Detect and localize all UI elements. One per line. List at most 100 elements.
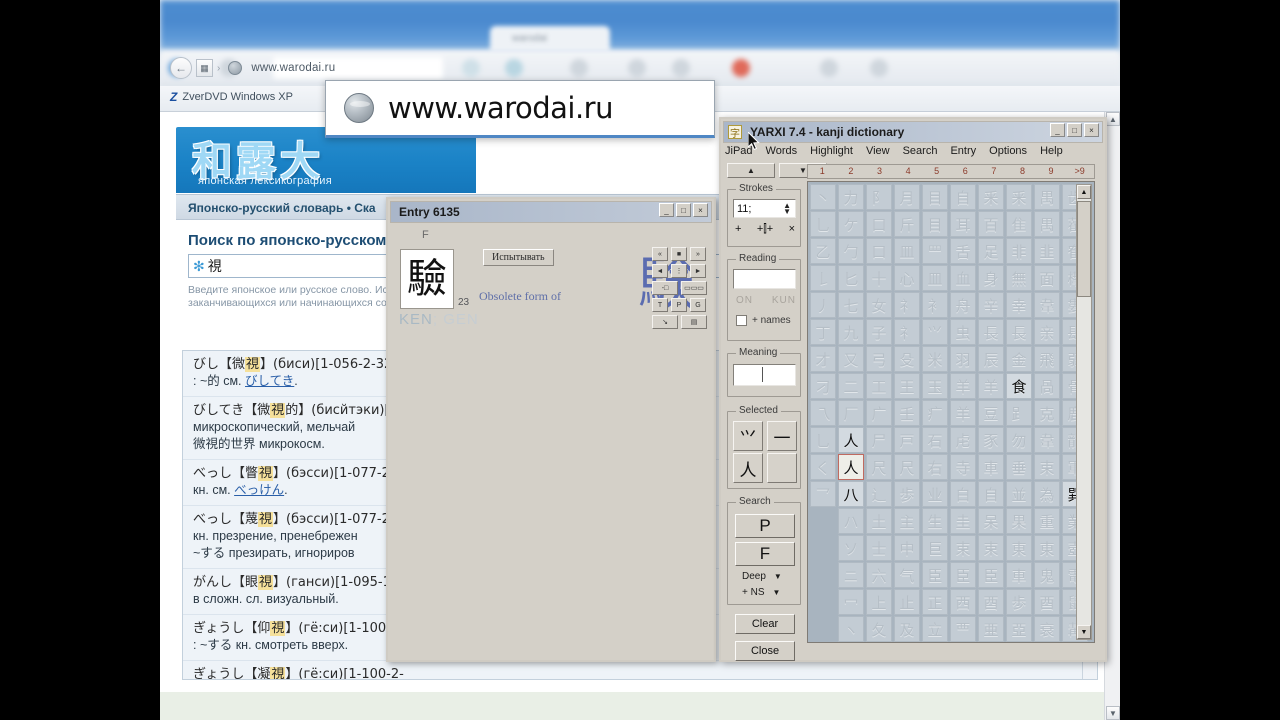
radical-cell[interactable]: ハ — [838, 508, 864, 534]
radical-cell[interactable]: 克 — [1034, 400, 1060, 426]
radical-cell[interactable]: 食 — [1006, 373, 1032, 399]
radical-cell[interactable]: 隹 — [1006, 211, 1032, 237]
radical-cell[interactable]: 立 — [922, 616, 948, 642]
radical-cell[interactable]: 阝 — [866, 184, 892, 210]
radical-cell[interactable]: ⺍ — [922, 319, 948, 345]
radical-cell[interactable]: 夂 — [866, 616, 892, 642]
radical-cell[interactable]: 酉 — [978, 589, 1004, 615]
radical-cell[interactable]: く — [810, 454, 836, 480]
radical-cell[interactable]: 豕 — [978, 427, 1004, 453]
bookmark-item[interactable]: Z ZverDVD Windows XP — [170, 90, 293, 104]
maximize-icon[interactable]: □ — [676, 203, 691, 217]
radical-cell[interactable]: 斤 — [894, 211, 920, 237]
radical-cell[interactable]: 衤 — [922, 292, 948, 318]
radical-cell[interactable]: 歩 — [1006, 589, 1032, 615]
names-checkbox[interactable] — [736, 315, 747, 326]
radical-cell[interactable]: 釆 — [978, 184, 1004, 210]
radical-cell[interactable]: 豆 — [978, 400, 1004, 426]
radical-cell[interactable]: 主 — [894, 508, 920, 534]
radical-cell[interactable]: 口 — [866, 238, 892, 264]
radical-cell[interactable]: 八 — [838, 481, 864, 507]
radical-cell[interactable]: 目 — [922, 184, 948, 210]
radical-cell[interactable]: 辛 — [978, 292, 1004, 318]
address-bar-url[interactable]: www.warodai.ru — [251, 62, 335, 74]
radical-cell[interactable]: 足 — [978, 238, 1004, 264]
minimize-icon[interactable]: _ — [659, 203, 674, 217]
radical-cell[interactable]: 礻 — [894, 292, 920, 318]
radical-cell[interactable]: 舟 — [950, 292, 976, 318]
text-icon[interactable]: T — [652, 298, 668, 312]
radical-cell[interactable]: 乛 — [810, 481, 836, 507]
reading-on-label[interactable]: ON — [736, 295, 753, 306]
radical-cell[interactable]: 弓 — [866, 346, 892, 372]
radical-cell[interactable]: 士 — [866, 535, 892, 561]
radical-cell[interactable]: 韭 — [1034, 238, 1060, 264]
radical-cell[interactable]: 力 — [838, 184, 864, 210]
radical-cell[interactable]: 人 — [838, 454, 864, 480]
radical-cell[interactable]: 正 — [922, 589, 948, 615]
radical-cell[interactable]: 長 — [978, 319, 1004, 345]
radical-cell[interactable]: 人 — [838, 427, 864, 453]
radical-cell[interactable]: 臣 — [950, 562, 976, 588]
radical-cell[interactable]: 石 — [922, 427, 948, 453]
radical-cell[interactable]: 子 — [866, 319, 892, 345]
radical-cell[interactable]: 生 — [922, 508, 948, 534]
scroll-up-icon[interactable]: ▲ — [1106, 112, 1120, 126]
radical-cell[interactable]: 二 — [838, 373, 864, 399]
menu-search[interactable]: Search — [903, 145, 938, 157]
radical-cell[interactable]: 业 — [922, 481, 948, 507]
radical-cell[interactable]: 匕 — [838, 265, 864, 291]
menu-help[interactable]: Help — [1040, 145, 1063, 157]
radical-cell[interactable]: 巨 — [922, 535, 948, 561]
radical-cell[interactable]: 十 — [866, 265, 892, 291]
radical-cell[interactable]: 幸 — [1006, 292, 1032, 318]
radical-cell[interactable]: ケ — [838, 211, 864, 237]
radical-cell[interactable]: 虍 — [950, 427, 976, 453]
menu-entry[interactable]: Entry — [950, 145, 976, 157]
next-entry-icon[interactable]: ► — [690, 264, 706, 278]
grid-column-header[interactable]: 3 — [865, 165, 894, 178]
radical-cell[interactable]: 咼 — [1034, 373, 1060, 399]
strokes-clear-button[interactable]: × — [789, 223, 795, 236]
radical-cell[interactable]: 土 — [866, 508, 892, 534]
radical-cell[interactable]: 刁 — [810, 373, 836, 399]
radical-cell[interactable]: 韋 — [1034, 292, 1060, 318]
names-checkbox-row[interactable]: + names — [736, 315, 791, 326]
grid-column-header[interactable]: 1 — [808, 165, 837, 178]
selected-radical-4[interactable] — [767, 453, 797, 483]
strokes-range-button[interactable]: +⫿+ — [757, 223, 773, 236]
grid-column-header[interactable]: 9 — [1037, 165, 1066, 178]
radical-cell[interactable]: 皿 — [894, 238, 920, 264]
radical-cell[interactable]: 衰 — [1034, 616, 1060, 642]
radical-cell[interactable]: 才 — [810, 346, 836, 372]
radical-cell[interactable]: 尺 — [866, 454, 892, 480]
radical-cell[interactable]: 非 — [1006, 238, 1032, 264]
radical-cell[interactable]: 覀 — [950, 616, 976, 642]
radical-cell[interactable]: 東 — [1006, 535, 1032, 561]
radical-cell[interactable]: 耳 — [950, 211, 976, 237]
maximize-icon[interactable]: □ — [1067, 123, 1082, 137]
grid-scroll-up-icon[interactable]: ▲ — [1077, 185, 1091, 199]
radical-cell[interactable]: 礻 — [894, 319, 920, 345]
radical-cell[interactable]: 東 — [1034, 535, 1060, 561]
page-up-button[interactable]: ▲ — [727, 163, 775, 178]
radical-cell[interactable]: 垂 — [1006, 454, 1032, 480]
radical-cell[interactable]: 辶 — [866, 481, 892, 507]
radical-cell[interactable]: ヽ — [838, 616, 864, 642]
radical-cell[interactable]: 呆 — [978, 508, 1004, 534]
radical-cell[interactable]: 心 — [894, 265, 920, 291]
radical-cell[interactable]: 口 — [866, 211, 892, 237]
back-arrow-icon[interactable]: ← — [170, 57, 192, 79]
radical-cell[interactable]: 𧾷 — [1006, 400, 1032, 426]
radical-cell[interactable]: 丿 — [810, 292, 836, 318]
grid-column-header[interactable]: 2 — [837, 165, 866, 178]
radical-cell[interactable]: 殳 — [894, 346, 920, 372]
radical-cell[interactable]: 上 — [866, 589, 892, 615]
radical-cell[interactable]: 為 — [1034, 481, 1060, 507]
test-button[interactable]: Испытывать — [483, 249, 554, 266]
radical-cell[interactable]: 亲 — [1034, 319, 1060, 345]
grid-column-header[interactable]: >9 — [1065, 165, 1094, 178]
radical-cell[interactable]: 月 — [894, 184, 920, 210]
search-ns-dropdown[interactable]: + NS ▼ — [742, 587, 780, 598]
close-icon[interactable]: × — [1084, 123, 1099, 137]
